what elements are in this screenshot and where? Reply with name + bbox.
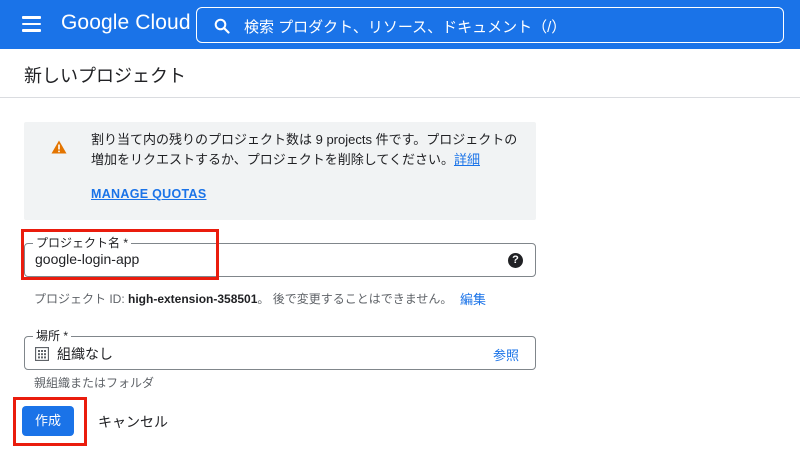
cancel-button[interactable]: キャンセル <box>98 412 168 432</box>
highlight-box-project-name <box>21 229 219 280</box>
location-value: 組織なし <box>57 346 113 362</box>
project-id-prefix: プロジェクト ID: <box>34 292 129 306</box>
search-icon <box>214 18 230 34</box>
location-field[interactable]: 場所 * 組織なし 参照 <box>24 328 536 370</box>
details-link[interactable]: 詳細 <box>454 152 480 167</box>
building-icon <box>35 347 49 361</box>
help-icon[interactable]: ? <box>508 253 523 268</box>
top-app-bar: Google Cloud 検索 プロダクト、リソース、ドキュメント（/） <box>0 0 800 49</box>
banner-text-line2: 増加をリクエストするか、プロジェクトを削除してください。 <box>91 152 454 167</box>
project-id-value: high-extension-358501 <box>128 292 258 306</box>
manage-quotas-link[interactable]: MANAGE QUOTAS <box>91 187 206 201</box>
highlight-box-create <box>13 397 87 446</box>
warning-icon <box>51 140 67 154</box>
search-bar[interactable]: 検索 プロダクト、リソース、ドキュメント（/） <box>196 7 784 43</box>
location-hint: 親組織またはフォルダ <box>34 376 155 390</box>
project-id-suffix: 。 後で変更することはできません。 <box>257 292 453 306</box>
google-cloud-logo[interactable]: Google Cloud <box>61 11 191 35</box>
edit-project-id-link[interactable]: 編集 <box>460 289 486 308</box>
page-title: 新しいプロジェクト <box>24 66 186 86</box>
banner-message: 割り当て内の残りのプロジェクト数は 9 projects 件です。プロジェクトの… <box>91 130 521 170</box>
banner-text-line1: 割り当て内の残りのプロジェクト数は 9 projects 件です。プロジェクトの <box>91 132 518 147</box>
search-input[interactable]: 検索 プロダクト、リソース、ドキュメント（/） <box>244 16 566 37</box>
location-label: 場所 * <box>33 328 72 344</box>
menu-icon[interactable] <box>22 16 41 32</box>
project-id-hint: プロジェクト ID: high-extension-358501。 後で変更する… <box>34 290 452 307</box>
quota-warning-banner: 割り当て内の残りのプロジェクト数は 9 projects 件です。プロジェクトの… <box>24 122 536 220</box>
browse-location-link[interactable]: 参照 <box>493 345 519 364</box>
page-header: 新しいプロジェクト <box>0 49 800 98</box>
